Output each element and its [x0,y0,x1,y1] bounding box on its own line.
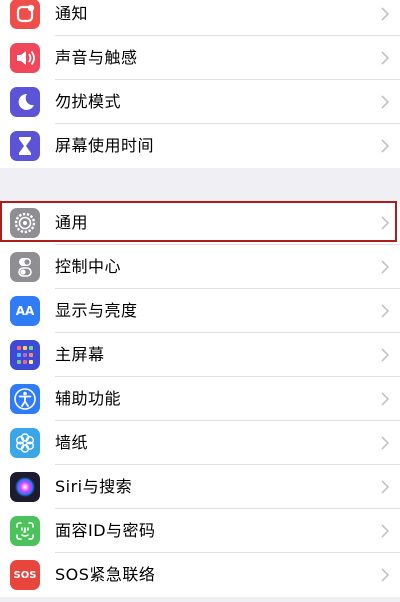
settings-group-1: 通知 声音与触感 勿扰模式 屏幕使用时间 [0,0,400,168]
settings-row-label: 面容ID与密码 [55,521,156,540]
settings-row-label: Siri与搜索 [55,477,133,496]
settings-row-screen-time[interactable]: 屏幕使用时间 [0,124,400,168]
chevron-right-icon [381,348,390,362]
chevron-right-icon [381,524,390,538]
settings-row-notifications[interactable]: 通知 [0,0,400,36]
sos-icon-text: SOS [13,569,37,581]
settings-row-home-screen[interactable]: 主屏幕 [0,333,400,377]
settings-row-label: 辅助功能 [55,389,122,408]
settings-row-accessibility[interactable]: 辅助功能 [0,377,400,421]
chevron-right-icon [381,95,390,109]
chevron-right-icon [381,139,390,153]
chevron-right-icon [381,392,390,406]
settings-row-label: 墙纸 [55,433,89,452]
face-id-icon [10,516,40,546]
sound-icon [10,43,40,73]
settings-row-face-id-passcode[interactable]: 面容ID与密码 [0,509,400,553]
settings-row-label: 通知 [55,4,89,23]
settings-row-sounds[interactable]: 声音与触感 [0,36,400,80]
settings-row-label: 控制中心 [55,257,122,276]
sos-icon: SOS [10,560,40,590]
settings-group-2: 通用 控制中心 AA 显示与亮度 主屏幕 辅助功能 墙纸 Siri与搜索 面容I… [0,201,400,597]
settings-row-siri-search[interactable]: Siri与搜索 [0,465,400,509]
chevron-right-icon [381,436,390,450]
display-icon-text: AA [15,304,35,318]
home-screen-icon [10,340,40,370]
gear-icon [10,208,40,238]
settings-row-display-brightness[interactable]: AA 显示与亮度 [0,289,400,333]
settings-row-label: SOS紧急联络 [55,565,156,584]
settings-row-do-not-disturb[interactable]: 勿扰模式 [0,80,400,124]
settings-row-label: 勿扰模式 [55,92,122,111]
settings-row-label: 显示与亮度 [55,301,138,320]
toggles-icon [10,252,40,282]
settings-row-emergency-sos[interactable]: SOS SOS紧急联络 [0,553,400,597]
moon-icon [10,87,40,117]
chevron-right-icon [381,568,390,582]
chevron-right-icon [381,216,390,230]
chevron-right-icon [381,260,390,274]
siri-icon [10,472,40,502]
wallpaper-icon [10,428,40,458]
settings-row-control-center[interactable]: 控制中心 [0,245,400,289]
hourglass-icon [10,131,40,161]
chevron-right-icon [381,7,390,21]
settings-row-label: 声音与触感 [55,48,138,67]
settings-row-label: 主屏幕 [55,345,105,364]
settings-row-wallpaper[interactable]: 墙纸 [0,421,400,465]
accessibility-icon [10,384,40,414]
display-icon: AA [10,296,40,326]
chevron-right-icon [381,51,390,65]
chevron-right-icon [381,480,390,494]
notifications-icon [10,0,40,29]
settings-row-label: 屏幕使用时间 [55,136,155,155]
settings-row-label: 通用 [55,213,89,232]
settings-row-general[interactable]: 通用 [0,201,400,245]
chevron-right-icon [381,304,390,318]
